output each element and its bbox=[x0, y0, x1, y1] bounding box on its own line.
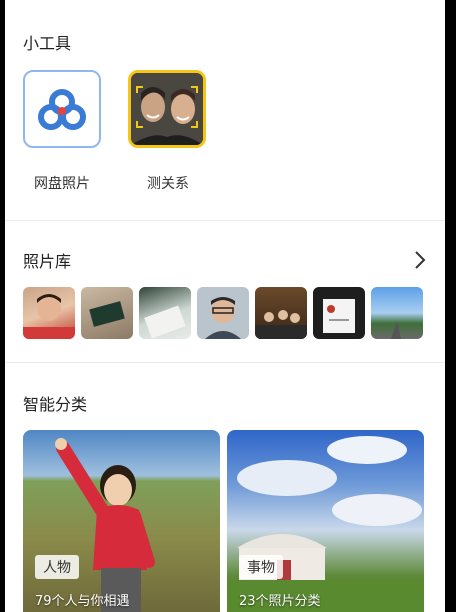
chevron-right-icon[interactable] bbox=[413, 250, 427, 270]
people-subtitle: 79个人与你相遇 bbox=[35, 594, 130, 609]
photo-thumbnail[interactable] bbox=[371, 287, 423, 339]
tools-section-title: 小工具 bbox=[23, 34, 72, 53]
things-subtitle: 23个照片分类 bbox=[239, 594, 321, 609]
people-tag: 人物 bbox=[35, 555, 79, 579]
things-tag: 事物 bbox=[239, 555, 283, 579]
child-illustration bbox=[55, 438, 155, 612]
photo-thumbnail[interactable] bbox=[255, 287, 307, 339]
photo-library-title: 照片库 bbox=[23, 252, 72, 271]
divider bbox=[5, 220, 445, 221]
photo-thumbnail[interactable] bbox=[23, 287, 75, 339]
photo-thumbnail[interactable] bbox=[197, 287, 249, 339]
things-category-card[interactable]: 事物 23个照片分类 bbox=[227, 430, 424, 612]
photo-thumbnail[interactable] bbox=[81, 287, 133, 339]
divider bbox=[5, 362, 445, 363]
people-category-card[interactable]: 人物 79个人与你相遇 bbox=[23, 430, 220, 612]
relation-test-tool[interactable] bbox=[128, 70, 206, 148]
face-relation-icon bbox=[131, 73, 203, 145]
cloud-photos-tool[interactable] bbox=[23, 70, 101, 148]
cloud-icon bbox=[38, 89, 86, 130]
app-page: 小工具 网盘照片 测关系 照片库 智能分类 人物 79个人与你相遇 事物 23个… bbox=[5, 0, 445, 612]
cloud-photos-label: 网盘照片 bbox=[34, 176, 90, 192]
photo-thumbnail[interactable] bbox=[313, 287, 365, 339]
relation-test-label: 测关系 bbox=[147, 176, 189, 192]
smart-category-title: 智能分类 bbox=[23, 395, 88, 414]
photo-thumbnail[interactable] bbox=[139, 287, 191, 339]
yurt-illustration bbox=[227, 436, 424, 612]
